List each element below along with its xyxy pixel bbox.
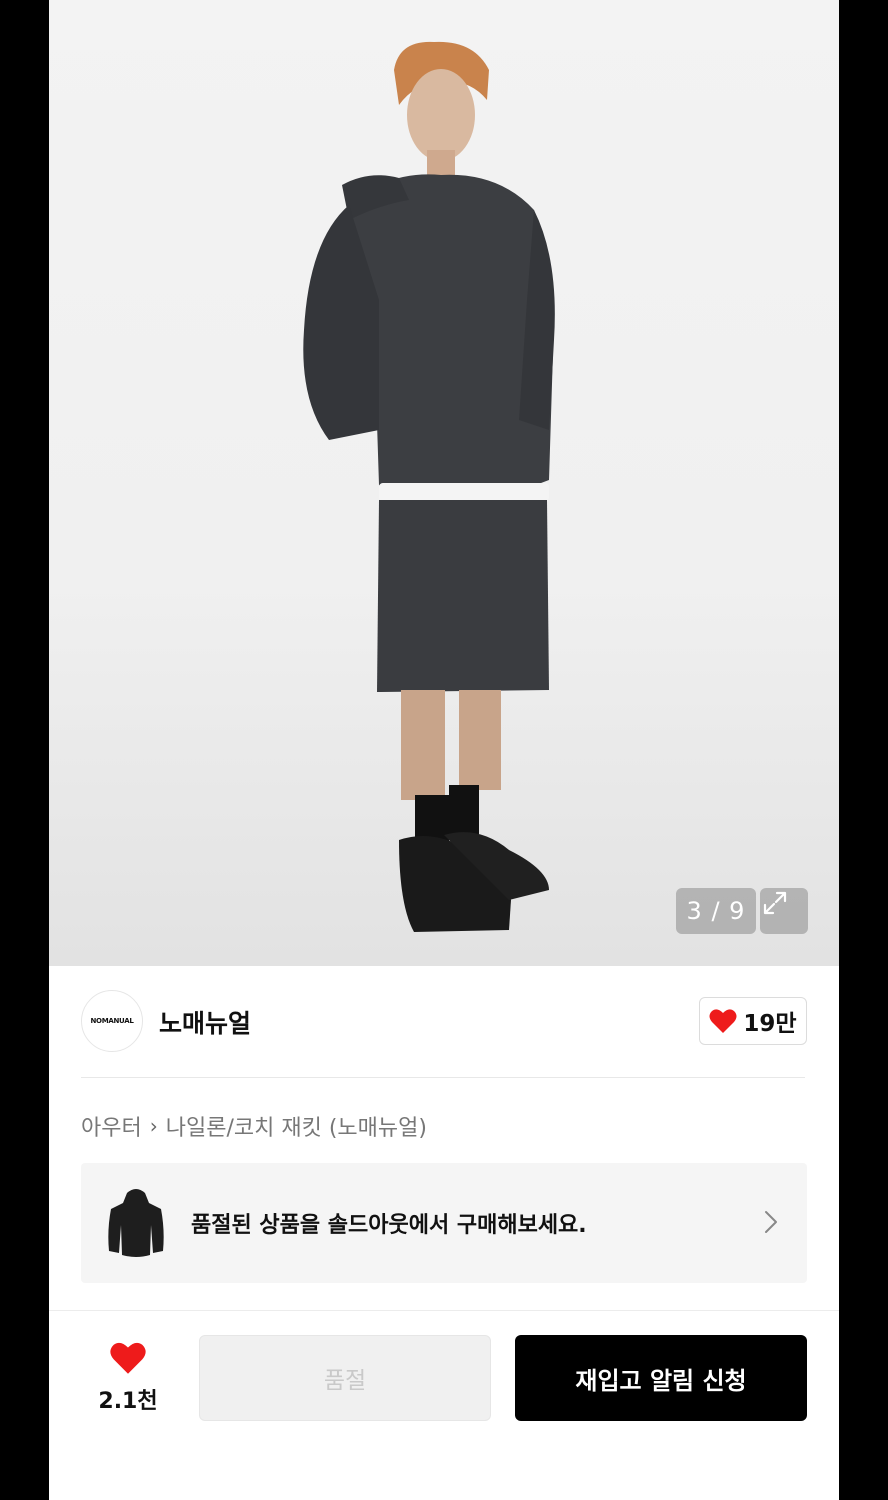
image-counter: 3 / 9: [676, 888, 756, 934]
expand-button[interactable]: [760, 888, 808, 934]
breadcrumb-category[interactable]: 아우터: [81, 1110, 142, 1142]
heart-icon: [709, 1009, 737, 1033]
chevron-right-icon: ›: [149, 1114, 158, 1138]
soldout-button: 품절: [199, 1335, 491, 1421]
bottom-action-bar: 2.1천 품절 재입고 알림 신청: [49, 1311, 839, 1500]
brand-like-button[interactable]: 19만: [699, 997, 807, 1045]
product-photo: [303, 41, 555, 932]
soldout-banner-text: 품절된 상품을 솔드아웃에서 구매해보세요.: [191, 1213, 587, 1238]
soldout-banner[interactable]: 품절된 상품을 솔드아웃에서 구매해보세요.: [81, 1163, 807, 1283]
expand-icon: [763, 891, 787, 915]
favorite-button[interactable]: 2.1천: [89, 1341, 167, 1415]
product-image-gallery[interactable]: 3 / 9: [49, 0, 839, 966]
chevron-right-icon: [765, 1211, 777, 1233]
brand-logo[interactable]: NOMANUAL: [81, 990, 143, 1052]
favorite-count: 2.1천: [98, 1389, 158, 1414]
brand-like-count: 19만: [743, 1011, 797, 1037]
product-screen: 3 / 9 NOMANUAL 노매뉴얼 19만 아우터 › 나일론/코치 재킷 …: [49, 0, 839, 1500]
brand-logo-text: NOMANUAL: [90, 1017, 134, 1025]
heart-icon: [110, 1342, 146, 1374]
breadcrumb: 아우터 › 나일론/코치 재킷 (노매뉴얼): [81, 1110, 427, 1142]
brand-row[interactable]: NOMANUAL 노매뉴얼 19만: [81, 990, 807, 1054]
breadcrumb-subcategory[interactable]: 나일론/코치 재킷 (노매뉴얼): [166, 1110, 427, 1142]
restock-alert-button[interactable]: 재입고 알림 신청: [515, 1335, 807, 1421]
brand-name[interactable]: 노매뉴얼: [159, 1004, 251, 1040]
divider: [81, 1077, 805, 1078]
hoodie-thumbnail-icon: [108, 1189, 164, 1257]
